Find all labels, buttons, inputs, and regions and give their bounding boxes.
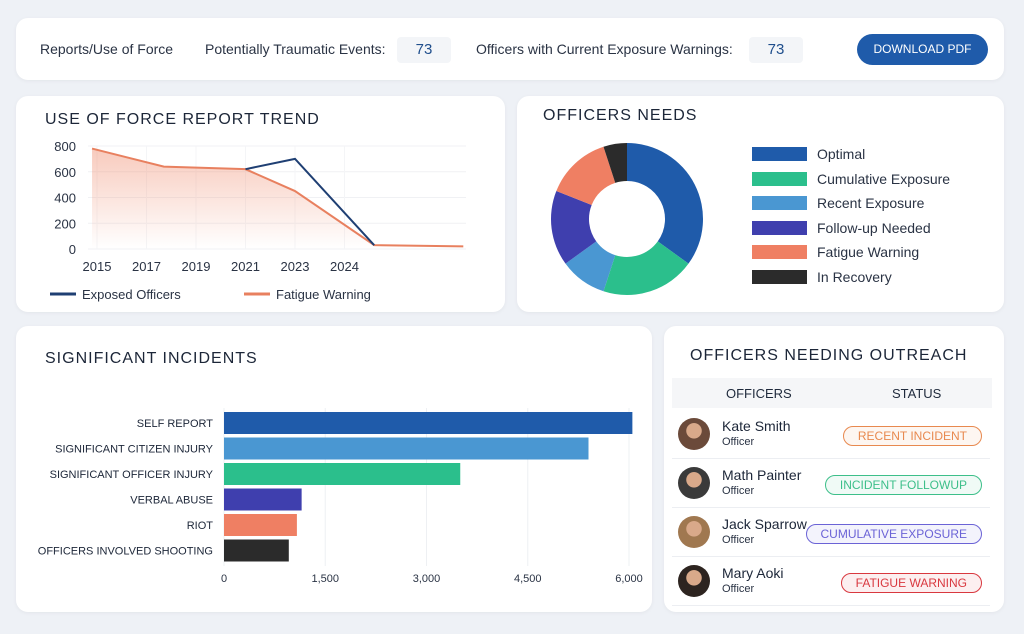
y-tick-label: 400 [54, 191, 76, 206]
bar-chart: 0 1,500 3,000 4,500 6,000 SELF REPORT SIGNIFIC… [38, 408, 643, 585]
table-header: OFFICERS STATUS [672, 378, 992, 408]
bar-label: SIGNIFICANT CITIZEN INJURY [55, 444, 214, 456]
table-row[interactable]: Mary Aoki Officer FATIGUE WARNING [672, 557, 990, 606]
officer-name: Mary Aoki [722, 565, 784, 581]
x-tick-label: 4,500 [514, 573, 542, 585]
avatar [678, 565, 710, 597]
legend-label: Exposed Officers [82, 287, 181, 302]
exposure-value: 73 [749, 37, 803, 63]
bar-label: SIGNIFICANT OFFICER INJURY [50, 469, 214, 481]
x-tick-label: 2015 [83, 259, 112, 274]
legend-swatch [752, 245, 807, 260]
officer-role: Officer [722, 583, 755, 595]
donut-chart [551, 143, 703, 295]
status-badge: INCIDENT FOLLOWUP [824, 475, 982, 495]
y-tick-label: 200 [54, 216, 76, 231]
legend-label: Optimal [817, 146, 866, 162]
outreach-title: OFFICERS NEEDING OUTREACH [690, 347, 968, 364]
legend-swatch [752, 147, 807, 161]
pte-label: Potentially Traumatic Events: [205, 41, 386, 57]
bar-label: VERBAL ABUSE [130, 495, 213, 507]
status-badge: RECENT INCIDENT [842, 426, 982, 446]
trend-card: USE OF FORCE REPORT TREND 0 200 400 600 800 2… [16, 96, 505, 312]
officer-role: Officer [722, 485, 755, 497]
legend-label: Fatigue Warning [276, 287, 371, 302]
legend-item: Follow-up Needed [752, 220, 931, 236]
x-tick-label: 2023 [281, 259, 310, 274]
needs-card: OFFICERS NEEDS Optimal Cumulative Exposur… [517, 96, 1004, 312]
legend-swatch [752, 270, 807, 284]
x-tick-label: 3,000 [413, 573, 441, 585]
officer-role: Officer [722, 534, 755, 546]
x-tick-label: 2017 [132, 259, 161, 274]
y-tick-label: 0 [69, 242, 76, 257]
legend-label: In Recovery [817, 269, 892, 285]
legend-item: Cumulative Exposure [752, 171, 950, 187]
bar-label: SELF REPORT [137, 418, 213, 430]
legend-swatch [752, 196, 807, 211]
avatar [678, 467, 710, 499]
bar-verbal-abuse [224, 488, 302, 511]
status-badge: CUMULATIVE EXPOSURE [805, 524, 982, 544]
col-status: STATUS [892, 386, 942, 401]
x-tick-label: 2019 [182, 259, 211, 274]
x-tick-label: 1,500 [311, 573, 339, 585]
incidents-card: SIGNIFICANT INCIDENTS 0 1,500 3,000 4,500 6,… [16, 326, 652, 612]
summary-bar: Reports/Use of Force Potentially Traumat… [16, 18, 1004, 80]
legend-swatch [752, 220, 807, 235]
x-tick-label: 0 [221, 573, 227, 585]
officer-name: Math Painter [722, 467, 802, 483]
table-row[interactable]: Kate Smith Officer RECENT INCIDENT [672, 410, 990, 459]
col-officers: OFFICERS [726, 386, 792, 401]
officer-name: Kate Smith [722, 418, 791, 434]
outreach-card: OFFICERS NEEDING OUTREACH OFFICERS STATU… [664, 326, 1004, 612]
x-tick-label: 2024 [330, 259, 359, 274]
pte-value: 73 [397, 37, 451, 63]
avatar [678, 418, 710, 450]
bar-self-report [224, 412, 633, 434]
legend-label: Fatigue Warning [817, 244, 920, 261]
y-tick-label: 800 [54, 139, 76, 154]
table-row[interactable]: Jack Sparrow Officer CUMULATIVE EXPOSURE [672, 508, 990, 557]
legend-item: Recent Exposure [752, 195, 924, 211]
bar-officers-involved-shooting [224, 539, 289, 562]
legend-item: Optimal [752, 146, 865, 162]
y-tick-label: 600 [54, 165, 76, 180]
series-area [92, 148, 464, 249]
bar-label: OFFICERS INVOLVED SHOOTING [38, 546, 213, 558]
table-row[interactable]: Math Painter Officer INCIDENT FOLLOWUP [672, 459, 990, 508]
status-badge: FATIGUE WARNING [840, 573, 982, 593]
x-tick-label: 2021 [231, 259, 260, 274]
legend-swatch [752, 171, 807, 186]
exposure-label: Officers with Current Exposure Warnings: [476, 41, 733, 57]
legend-label: Follow-up Needed [817, 219, 931, 236]
download-pdf-button[interactable]: DOWNLOAD PDF [857, 34, 988, 65]
line-chart: 0 200 400 600 800 2015 2017 2019 2021 2023 2024 Exp… [50, 139, 466, 302]
officer-role: Officer [722, 436, 755, 448]
officer-name: Jack Sparrow [722, 516, 807, 532]
bar-label: RIOT [187, 520, 214, 532]
bar-significant-citizen-injury [224, 437, 589, 460]
donut-slice-optimal [627, 143, 703, 264]
legend-label: Recent Exposure [817, 195, 925, 212]
page-label: Reports/Use of Force [40, 41, 174, 57]
bar-riot [224, 514, 297, 536]
legend-item: In Recovery [752, 269, 892, 285]
legend-label: Cumulative Exposure [817, 170, 951, 187]
avatar [678, 516, 710, 548]
bar-significant-officer-injury [224, 463, 461, 485]
legend-item: Fatigue Warning [752, 244, 919, 260]
x-tick-label: 6,000 [615, 573, 643, 585]
